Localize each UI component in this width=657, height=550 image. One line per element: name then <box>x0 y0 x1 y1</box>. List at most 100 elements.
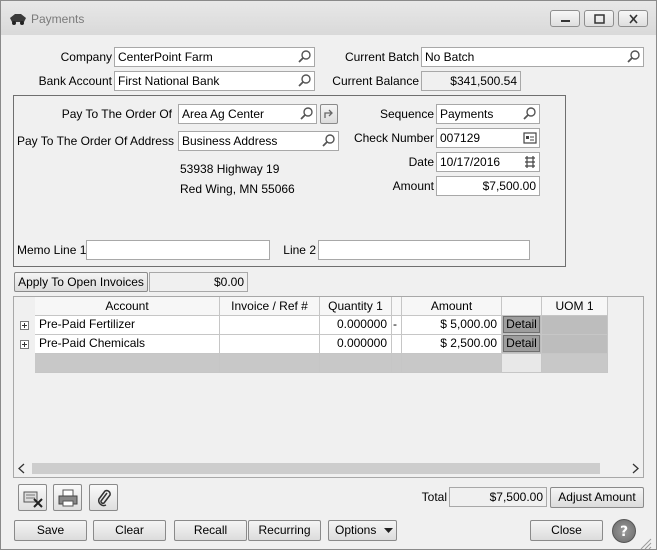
total-field: $7,500.00 <box>449 487 547 507</box>
table-row-account[interactable]: Pre-Paid Chemicals <box>35 335 220 354</box>
pay-to-order-label: Pay To The Order Of <box>61 107 172 121</box>
amount-field[interactable]: $7,500.00 <box>436 176 540 196</box>
svg-text:?: ? <box>620 524 628 540</box>
new-row-quantity[interactable] <box>320 354 392 373</box>
detail-button[interactable]: Detail <box>503 335 540 352</box>
row-expand-button[interactable] <box>20 321 29 330</box>
paperclip-icon <box>98 489 111 507</box>
magnifier-icon[interactable] <box>627 49 641 63</box>
pay-to-order-value: Area Ag Center <box>182 107 265 121</box>
column-header-invoice[interactable]: Invoice / Ref # <box>220 297 320 316</box>
minimize-button[interactable] <box>550 10 580 27</box>
chevron-down-icon <box>384 528 393 533</box>
delete-row-button[interactable] <box>18 484 47 511</box>
arrow-out-icon <box>324 109 333 118</box>
company-field[interactable]: CenterPoint Farm <box>114 47 315 67</box>
sequence-value: Payments <box>440 107 494 121</box>
close-window-button[interactable] <box>618 10 648 27</box>
magnifier-icon[interactable] <box>298 49 312 63</box>
table-row-uom[interactable] <box>542 335 608 354</box>
memo-line-1-field[interactable] <box>86 240 270 260</box>
column-header-quantity[interactable]: Quantity 1 <box>320 297 392 316</box>
close-button[interactable]: Close <box>530 520 603 541</box>
printer-icon <box>58 489 78 507</box>
maximize-button[interactable] <box>584 10 614 27</box>
company-label: Company <box>60 50 112 64</box>
new-row-flag <box>392 354 402 373</box>
table-row-invoice[interactable] <box>220 335 320 354</box>
row-expand-button[interactable] <box>20 340 29 349</box>
magnifier-icon[interactable] <box>322 133 336 147</box>
options-button[interactable]: Options <box>328 520 397 541</box>
horizontal-scrollbar[interactable] <box>14 460 643 477</box>
new-row-invoice[interactable] <box>220 354 320 373</box>
current-balance-value: $341,500.54 <box>450 74 517 88</box>
new-row-uom[interactable] <box>542 354 608 373</box>
total-label: Total <box>421 490 447 504</box>
table-row-detail-cell: Detail <box>502 316 542 335</box>
table-row-invoice[interactable] <box>220 316 320 335</box>
calendar-icon[interactable] <box>523 155 537 169</box>
address-line-1: 53938 Highway 19 <box>180 162 280 176</box>
clear-button[interactable]: Clear <box>93 520 166 541</box>
pay-to-address-field[interactable]: Business Address <box>178 131 339 151</box>
new-row-detail[interactable] <box>502 354 542 373</box>
table-row-amount[interactable]: $ 5,000.00 <box>402 316 502 335</box>
column-header-detail <box>502 297 542 316</box>
new-row-amount[interactable] <box>402 354 502 373</box>
help-icon: ? <box>620 524 628 540</box>
table-row-uom[interactable] <box>542 316 608 335</box>
save-button[interactable]: Save <box>14 520 87 541</box>
magnifier-icon[interactable] <box>523 106 537 120</box>
sequence-label: Sequence <box>379 107 434 121</box>
current-batch-label: Current Batch <box>344 50 419 64</box>
magnifier-icon[interactable] <box>300 106 314 120</box>
pay-to-order-field[interactable]: Area Ag Center <box>178 104 317 124</box>
window-title: Payments <box>31 12 85 26</box>
apply-amount-value: $0.00 <box>213 275 244 289</box>
current-balance-field: $341,500.54 <box>421 71 521 91</box>
magnifier-icon[interactable] <box>298 73 312 87</box>
recall-button[interactable]: Recall <box>174 520 247 541</box>
options-label: Options <box>335 523 377 537</box>
table-row-quantity[interactable]: 0.000000 <box>320 335 392 354</box>
adjust-amount-button[interactable]: Adjust Amount <box>550 487 644 508</box>
resize-grip-icon[interactable] <box>639 537 653 549</box>
payee-goto-button[interactable] <box>320 104 338 124</box>
amount-label: Amount <box>392 179 434 193</box>
memo-line-2-label: Line 2 <box>283 243 316 257</box>
table-row-flag: - <box>392 316 402 335</box>
table-row-amount[interactable]: $ 2,500.00 <box>402 335 502 354</box>
column-header-account[interactable]: Account <box>35 297 220 316</box>
detail-button[interactable]: Detail <box>503 316 540 333</box>
address-line-2: Red Wing, MN 55066 <box>180 182 295 196</box>
apply-open-invoices-button[interactable]: Apply To Open Invoices <box>14 272 148 292</box>
attach-button[interactable] <box>89 484 118 511</box>
truck-icon <box>10 14 26 25</box>
print-button[interactable] <box>53 484 82 511</box>
current-batch-value: No Batch <box>425 50 475 64</box>
current-batch-field[interactable]: No Batch <box>421 47 644 67</box>
check-book-icon[interactable] <box>523 131 537 145</box>
table-row-flag <box>392 335 402 354</box>
pay-to-address-value: Business Address <box>182 134 278 148</box>
recurring-button[interactable]: Recurring <box>248 520 321 541</box>
help-button[interactable]: ? <box>612 519 636 543</box>
distribution-grid: Account Invoice / Ref # Quantity 1 Amoun… <box>13 296 644 478</box>
scroll-right-icon[interactable] <box>630 463 640 474</box>
new-row-account[interactable] <box>35 354 220 373</box>
payments-window: Payments Company CenterPoint Farm Bank A… <box>0 0 657 550</box>
scroll-left-icon[interactable] <box>17 463 27 474</box>
date-value: 10/17/2016 <box>440 155 501 169</box>
total-value: $7,500.00 <box>489 490 543 504</box>
bank-account-field[interactable]: First National Bank <box>114 71 315 91</box>
company-value: CenterPoint Farm <box>118 50 213 64</box>
memo-line-2-field[interactable] <box>318 240 530 260</box>
table-row-quantity[interactable]: 0.000000 <box>320 316 392 335</box>
table-row-account[interactable]: Pre-Paid Fertilizer <box>35 316 220 335</box>
apply-amount-field: $0.00 <box>149 272 248 292</box>
check-number-value: 007129 <box>440 131 481 145</box>
column-header-uom[interactable]: UOM 1 <box>542 297 608 316</box>
column-header-amount[interactable]: Amount <box>402 297 502 316</box>
scrollbar-thumb[interactable] <box>32 463 600 474</box>
